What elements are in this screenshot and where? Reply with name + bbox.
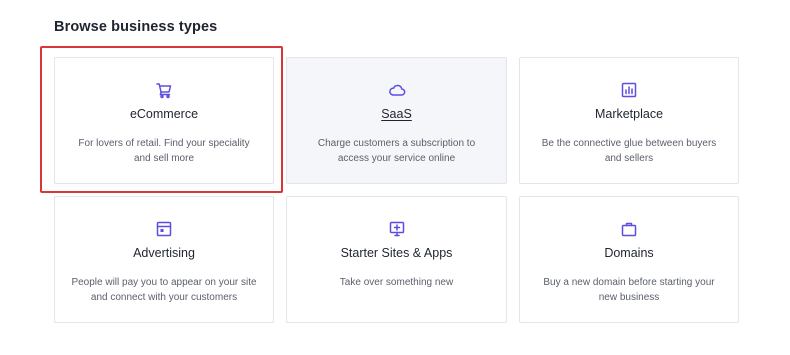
card-description: Charge customers a subscription to acces…: [317, 138, 476, 164]
card-title: Starter Sites & Apps: [340, 246, 453, 260]
card-ecommerce[interactable]: eCommerce For lovers of retail. Find you…: [54, 57, 274, 184]
card-description: For lovers of retail. Find your speciali…: [78, 138, 250, 164]
browser-window-icon: [155, 220, 173, 238]
card-title[interactable]: SaaS: [287, 107, 506, 121]
shopping-cart-icon: [155, 81, 173, 99]
monitor-plus-icon: [388, 220, 406, 238]
cloud-icon: [388, 81, 406, 99]
card-description: Be the connective glue between buyers an…: [541, 138, 717, 164]
card-domains[interactable]: Domains Buy a new domain before starting…: [519, 196, 739, 323]
card-description: Buy a new domain before starting your ne…: [543, 277, 715, 303]
card-marketplace[interactable]: Marketplace Be the connective glue betwe…: [519, 57, 739, 184]
card-title: Marketplace: [594, 107, 664, 121]
card-saas[interactable]: SaaS Charge customers a subscription to …: [286, 57, 507, 184]
card-starter-sites-apps[interactable]: Starter Sites & Apps Take over something…: [286, 196, 507, 323]
card-advertising[interactable]: Advertising People will pay you to appea…: [54, 196, 274, 323]
briefcase-icon: [620, 220, 638, 238]
bar-chart-icon: [620, 81, 638, 99]
card-title: Domains: [604, 246, 654, 260]
card-title: Advertising: [133, 246, 195, 260]
card-description: Take over something new: [339, 277, 454, 288]
card-title: eCommerce: [129, 107, 199, 121]
card-description: People will pay you to appear on your si…: [71, 277, 257, 303]
business-types-grid: eCommerce For lovers of retail. Find you…: [0, 0, 790, 355]
